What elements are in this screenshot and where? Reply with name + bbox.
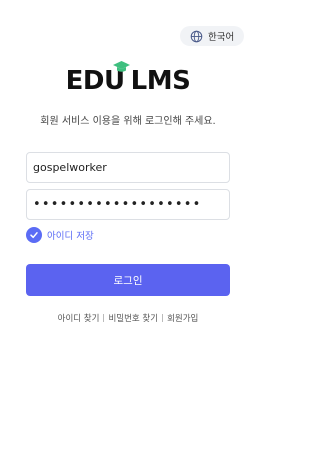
page-subtitle: 회원 서비스 이용을 위해 로그인해 주세요.: [40, 116, 216, 127]
find-id-link[interactable]: 아이디 찾기: [58, 312, 100, 324]
login-button[interactable]: 로그인: [26, 264, 230, 296]
divider: [162, 314, 164, 322]
remember-id-checkbox[interactable]: 아이디 저장: [26, 227, 94, 243]
find-password-link[interactable]: 비밀번호 찾기: [108, 312, 158, 324]
language-label: 한국어: [208, 32, 235, 43]
graduation-cap-icon: [113, 61, 130, 72]
checkbox-checked-icon[interactable]: [26, 227, 42, 243]
password-input[interactable]: [26, 189, 230, 220]
remember-id-label: 아이디 저장: [47, 231, 94, 242]
checkmark-icon: [30, 232, 38, 239]
app-logo: EDU LMS: [0, 61, 256, 96]
username-input[interactable]: [26, 152, 230, 183]
signup-link[interactable]: 회원가입: [167, 312, 198, 324]
account-links: 아이디 찾기 비밀번호 찾기 회원가입: [0, 312, 256, 324]
globe-icon: [190, 30, 203, 42]
divider: [103, 314, 105, 322]
logo-text-right: LMS: [130, 66, 191, 96]
language-selector[interactable]: 한국어: [180, 26, 244, 46]
